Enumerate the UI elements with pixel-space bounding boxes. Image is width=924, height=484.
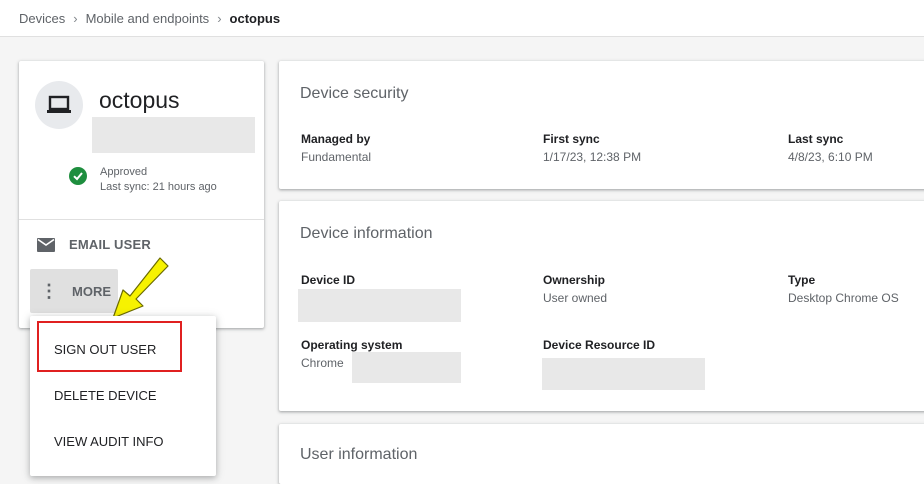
- ownership-label: Ownership: [543, 273, 606, 287]
- redacted-block: [542, 358, 705, 390]
- mail-icon: [37, 237, 55, 252]
- menu-item-delete-device[interactable]: DELETE DEVICE: [54, 388, 157, 403]
- type-value: Desktop Chrome OS: [788, 291, 899, 305]
- device-status: Approved Last sync: 21 hours ago: [100, 165, 217, 195]
- device-security-card: Device security Managed by Fundamental F…: [279, 61, 924, 189]
- operating-system-label: Operating system: [301, 338, 403, 352]
- user-information-card: User information: [279, 424, 924, 484]
- device-security-title: Device security: [300, 85, 409, 102]
- device-id-label: Device ID: [301, 273, 356, 287]
- check-circle-icon: [69, 167, 87, 185]
- email-user-label: EMAIL USER: [69, 237, 151, 252]
- annotation-arrow: [112, 257, 169, 319]
- divider: [19, 219, 264, 220]
- redacted-block: [92, 117, 255, 153]
- user-information-title: User information: [300, 446, 418, 463]
- operating-system-value: Chrome: [301, 356, 344, 370]
- device-resource-id-label: Device Resource ID: [543, 338, 656, 352]
- breadcrumb: Devices › Mobile and endpoints › octopus: [0, 0, 924, 37]
- type-label: Type: [788, 273, 816, 287]
- laptop-icon: [35, 81, 83, 129]
- breadcrumb-mobile-endpoints[interactable]: Mobile and endpoints: [86, 11, 210, 26]
- device-information-card: Device information Device ID Ownership U…: [279, 201, 924, 411]
- redacted-block: [298, 289, 461, 322]
- status-label: Approved: [100, 166, 148, 178]
- first-sync-value: 1/17/23, 12:38 PM: [543, 150, 642, 164]
- more-vert-icon: ⋮: [40, 281, 58, 301]
- breadcrumb-separator: ›: [217, 10, 222, 26]
- redacted-block: [352, 352, 461, 383]
- device-name: octopus: [99, 87, 180, 113]
- menu-item-view-audit-info[interactable]: VIEW AUDIT INFO: [54, 434, 164, 449]
- managed-by-value: Fundamental: [301, 150, 372, 164]
- breadcrumb-current: octopus: [229, 10, 281, 26]
- more-button[interactable]: ⋮ MORE: [30, 269, 118, 313]
- breadcrumb-devices[interactable]: Devices: [19, 11, 65, 26]
- email-user-button[interactable]: EMAIL USER: [37, 237, 151, 252]
- ownership-value: User owned: [543, 291, 608, 305]
- last-sync-label: Last sync: 21 hours ago: [100, 181, 217, 193]
- breadcrumb-separator: ›: [73, 10, 78, 26]
- first-sync-label: First sync: [543, 132, 600, 146]
- last-sync-field-value: 4/8/23, 6:10 PM: [788, 150, 873, 164]
- managed-by-label: Managed by: [301, 132, 371, 146]
- more-label: MORE: [72, 283, 111, 299]
- annotation-highlight-box: [37, 321, 182, 372]
- last-sync-field-label: Last sync: [788, 132, 844, 146]
- device-information-title: Device information: [300, 225, 433, 242]
